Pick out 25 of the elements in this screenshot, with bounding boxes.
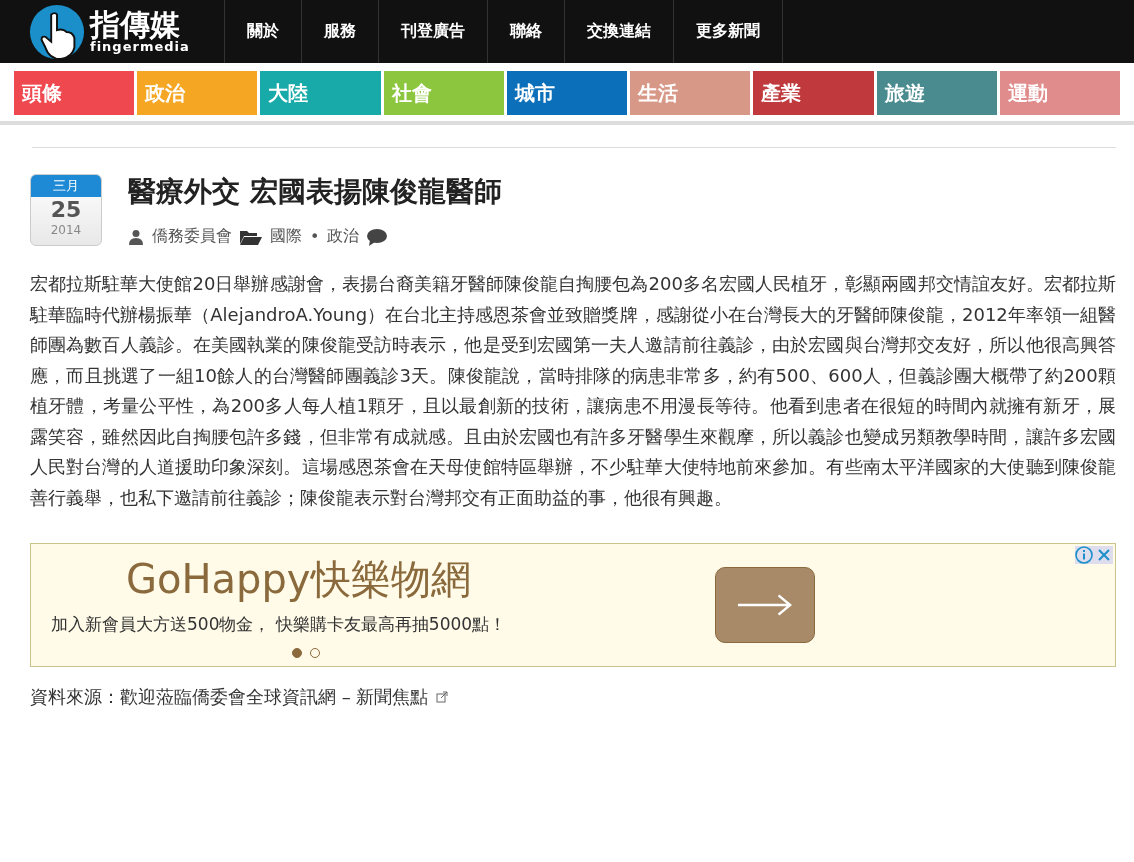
right-arrow-icon (736, 593, 794, 617)
logo-subtext: fingermedia (90, 40, 190, 53)
comment-icon (367, 227, 388, 246)
category-tab[interactable]: 產業 (753, 71, 874, 115)
article-body: 宏都拉斯駐華大使館20日舉辦感謝會，表揚台裔美籍牙醫師陳俊龍自掏腰包為200多名宏國人民植牙，彰顯兩國邦交情誼友好。宏都拉斯駐華臨時代辦楊振華（AlejandroA.Young）在台北主持感恩茶會並致贈獎牌，感謝從小在台灣長大的牙醫師陳俊龍，2012年率領一組醫師團為數百人義診。在美國執業的陳俊龍受訪時表示，他是受到宏國第一夫人邀請前往義診，由於宏國與台灣邦交友好，所以他很高興答應，而且挑選了一組10餘人的台灣醫師團義診3天。陳俊龍說，當時排隊的病患非常多，約有500、600人，但義診團大概帶了約200顆植牙體，考量公平性，為200多人每人植1顆牙，且以最創新的技術，讓病患不用漫長等待。他看到患者在很短的時間內就擁有新牙，展露笑容，雖然因此自掏腰包許多錢，但非常有成就感。且由於宏國也有許多牙醫學生來觀摩，所以義診也變成另類教學時間，讓許多宏國人民對台灣的人道援助印象深刻。這場感恩茶會在天母使館特區舉辦，不少駐華大使特地前來參加。有些南太平洋國家的大使聽到陳俊龍善行義舉，也私下邀請前往義診；陳俊龍表示對台灣邦交有正面助益的事，他很有興趣。 (30, 272, 1116, 510)
category-link[interactable]: 政治 (327, 226, 360, 247)
ad-text: 加入新會員大方送500物金， 快樂購卡友最高再抽5000點！ (51, 613, 508, 636)
category-tab[interactable]: 城市 (506, 71, 628, 115)
category-tab[interactable]: 頭條 (14, 71, 135, 115)
source-label: 資料來源： (30, 685, 120, 709)
bullet-separator: • (310, 227, 320, 246)
person-icon (128, 228, 144, 245)
category-tab[interactable]: 旅遊 (876, 71, 997, 115)
external-link-icon (436, 691, 449, 703)
author-link[interactable]: 僑務委員會 (152, 226, 232, 247)
source-link[interactable]: 歡迎蒞臨僑委會全球資訊網 – 新聞焦點 (120, 685, 429, 709)
logo-text: 指傳媒 (90, 10, 180, 40)
info-icon[interactable] (1075, 546, 1093, 564)
category-link[interactable]: 國際 (270, 226, 302, 247)
carousel-dot[interactable] (292, 648, 302, 658)
ad-arrow-button[interactable] (715, 567, 815, 643)
date-badge: 三月 25 2014 (30, 174, 102, 246)
folder-icon (240, 228, 262, 245)
article-title: 醫療外交 宏國表揚陳俊龍醫師 (128, 174, 502, 210)
ad-title: GoHappy快樂物網 (126, 555, 472, 604)
